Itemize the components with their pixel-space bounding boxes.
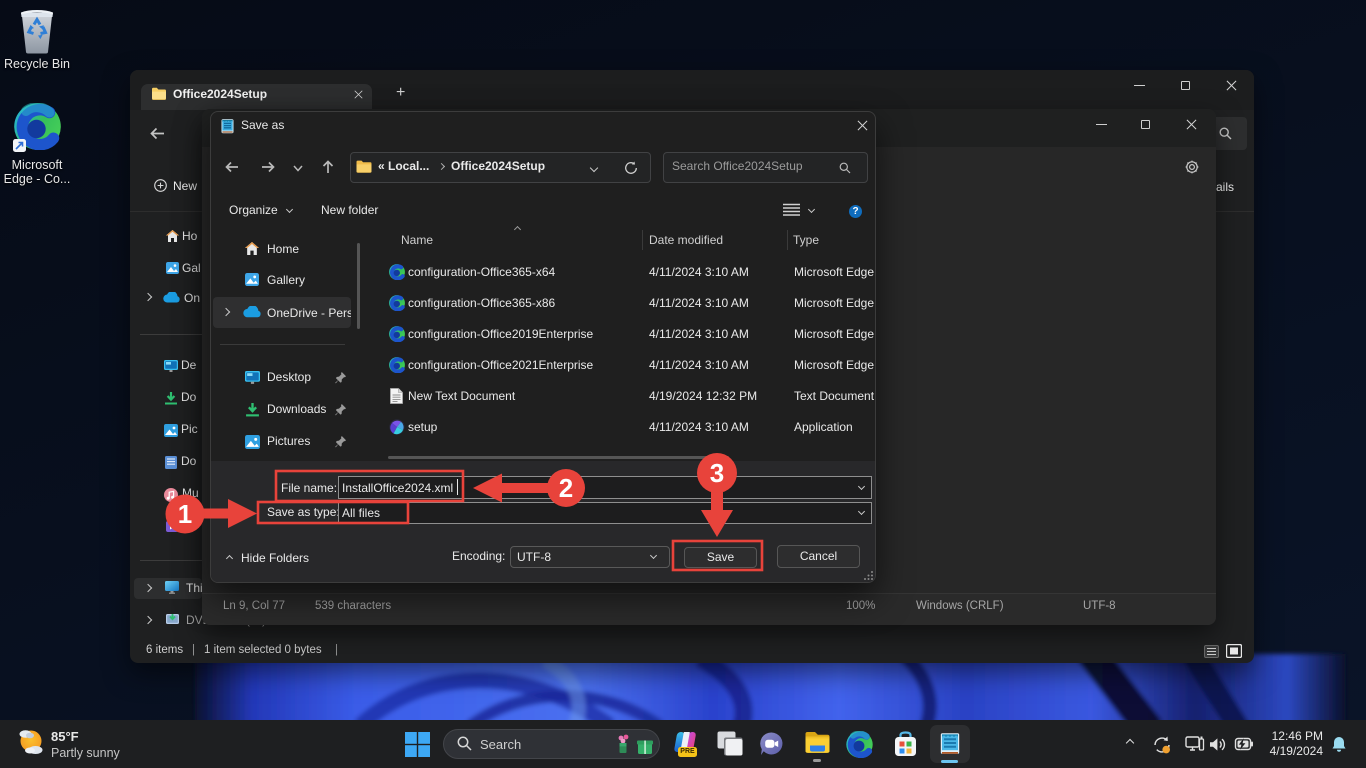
svg-text:2: 2 — [559, 473, 573, 503]
svg-text:3: 3 — [710, 458, 724, 488]
svg-text:1: 1 — [178, 499, 192, 529]
